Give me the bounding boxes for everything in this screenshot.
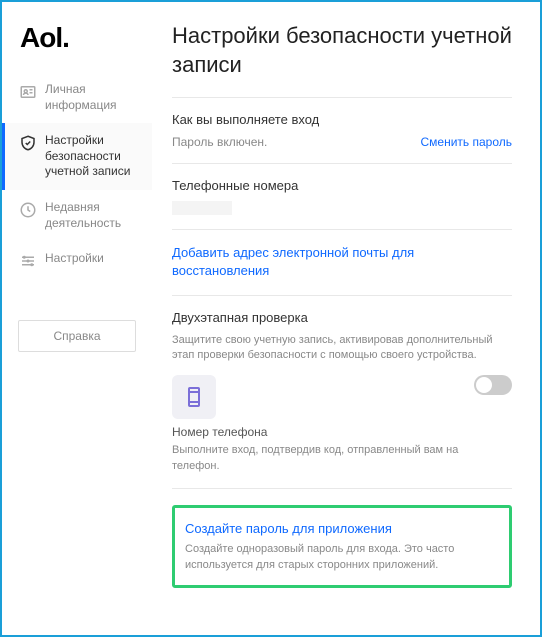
sidebar-item-security[interactable]: Настройки безопасности учетной записи <box>2 123 152 190</box>
phones-section: Телефонные номера <box>172 163 512 229</box>
toggle-knob <box>476 377 492 393</box>
sidebar: Aol. Личная информация Настройки безопас… <box>2 2 152 635</box>
change-password-link[interactable]: Сменить пароль <box>420 135 512 149</box>
clock-icon <box>19 201 37 219</box>
phone-method-description: Выполните вход, подтвердив код, отправле… <box>172 443 474 474</box>
twostep-section: Двухэтапная проверка Защитите свою учетн… <box>172 295 512 489</box>
twostep-heading: Двухэтапная проверка <box>172 310 512 325</box>
sidebar-item-label: Настройки <box>45 251 104 267</box>
main-content: Настройки безопасности учетной записи Ка… <box>152 2 540 635</box>
help-button[interactable]: Справка <box>18 320 136 352</box>
twostep-description: Защитите свою учетную запись, активирова… <box>172 333 512 364</box>
phones-heading: Телефонные номера <box>172 178 512 193</box>
id-card-icon <box>19 83 37 101</box>
signin-section: Как вы выполняете вход Пароль включен. С… <box>172 97 512 163</box>
shield-icon <box>19 134 37 152</box>
app-password-section: Создайте пароль для приложения Создайте … <box>172 488 512 588</box>
sidebar-item-recent-activity[interactable]: Недавняя деятельность <box>2 190 152 241</box>
sidebar-item-settings[interactable]: Настройки <box>2 241 152 280</box>
sidebar-item-label: Настройки безопасности учетной записи <box>45 133 144 180</box>
recovery-email-section: Добавить адрес электронной почты для вос… <box>172 229 512 294</box>
highlight-box: Создайте пароль для приложения Создайте … <box>172 505 512 588</box>
phone-number-redacted <box>172 201 232 215</box>
phone-method-label: Номер телефона <box>172 425 474 439</box>
sidebar-item-label: Личная информация <box>45 82 144 113</box>
logo: Aol. <box>2 12 152 72</box>
phone-icon <box>172 375 216 419</box>
add-recovery-email-link[interactable]: Добавить адрес электронной почты для вос… <box>172 245 414 278</box>
signin-heading: Как вы выполняете вход <box>172 112 512 127</box>
list-icon <box>19 252 37 270</box>
sidebar-item-label: Недавняя деятельность <box>45 200 144 231</box>
create-app-password-link[interactable]: Создайте пароль для приложения <box>185 520 499 538</box>
page-title: Настройки безопасности учетной записи <box>172 22 512 79</box>
sidebar-item-personal-info[interactable]: Личная информация <box>2 72 152 123</box>
twostep-toggle[interactable] <box>474 375 512 395</box>
app-password-description: Создайте одноразовый пароль для входа. Э… <box>185 542 499 573</box>
password-status: Пароль включен. <box>172 135 267 149</box>
